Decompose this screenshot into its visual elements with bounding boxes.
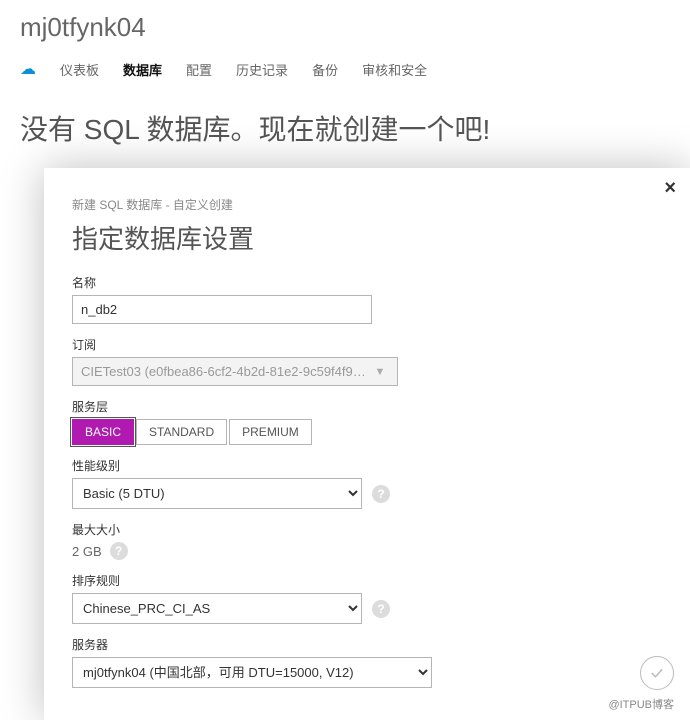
- maxsize-value: 2 GB: [72, 544, 102, 559]
- tab-bar: ☁ 仪表板 数据库 配置 历史记录 备份 审核和安全: [20, 51, 670, 90]
- name-label: 名称: [72, 274, 662, 291]
- tab-audit[interactable]: 审核和安全: [362, 60, 427, 79]
- tier-standard-button[interactable]: STANDARD: [136, 419, 227, 445]
- check-icon: [648, 664, 666, 682]
- confirm-button[interactable]: [640, 656, 674, 690]
- help-icon[interactable]: ?: [372, 600, 390, 618]
- tab-config[interactable]: 配置: [186, 60, 212, 79]
- tab-dashboard[interactable]: 仪表板: [60, 60, 99, 79]
- subscription-label: 订阅: [72, 336, 662, 353]
- perf-label: 性能级别: [72, 457, 662, 474]
- server-select[interactable]: mj0tfynk04 (中国北部，可用 DTU=15000, V12): [72, 657, 432, 688]
- help-icon[interactable]: ?: [110, 542, 128, 560]
- help-icon[interactable]: ?: [372, 485, 390, 503]
- tab-databases[interactable]: 数据库: [123, 60, 162, 79]
- subscription-value: CIETest03 (e0fbea86-6cf2-4b2d-81e2-9c59f…: [81, 364, 366, 379]
- collation-select[interactable]: Chinese_PRC_CI_AS: [72, 593, 362, 624]
- create-db-dialog: × 新建 SQL 数据库 - 自定义创建 指定数据库设置 名称 订阅 CIETe…: [44, 168, 690, 720]
- subscription-dropdown: CIETest03 (e0fbea86-6cf2-4b2d-81e2-9c59f…: [72, 357, 398, 386]
- empty-state-heading: 没有 SQL 数据库。现在就创建一个吧!: [20, 90, 670, 160]
- chevron-down-icon: ▼: [371, 366, 389, 378]
- cloud-icon: ☁: [20, 59, 36, 79]
- server-title: mj0tfynk04: [20, 12, 670, 43]
- tab-history[interactable]: 历史记录: [236, 60, 288, 79]
- dialog-breadcrumb: 新建 SQL 数据库 - 自定义创建: [72, 196, 662, 213]
- collation-label: 排序规则: [72, 572, 662, 589]
- tier-segmented: BASIC STANDARD PREMIUM: [72, 419, 662, 445]
- tier-label: 服务层: [72, 398, 662, 415]
- close-icon[interactable]: ×: [664, 178, 676, 198]
- server-label: 服务器: [72, 636, 662, 653]
- name-input[interactable]: [72, 295, 372, 324]
- perf-select[interactable]: Basic (5 DTU): [72, 478, 362, 509]
- watermark-text: @ITPUB博客: [608, 696, 674, 712]
- tier-basic-button[interactable]: BASIC: [72, 419, 134, 445]
- tier-premium-button[interactable]: PREMIUM: [229, 419, 312, 445]
- tab-backup[interactable]: 备份: [312, 60, 338, 79]
- maxsize-label: 最大大小: [72, 521, 662, 538]
- dialog-title: 指定数据库设置: [72, 219, 662, 256]
